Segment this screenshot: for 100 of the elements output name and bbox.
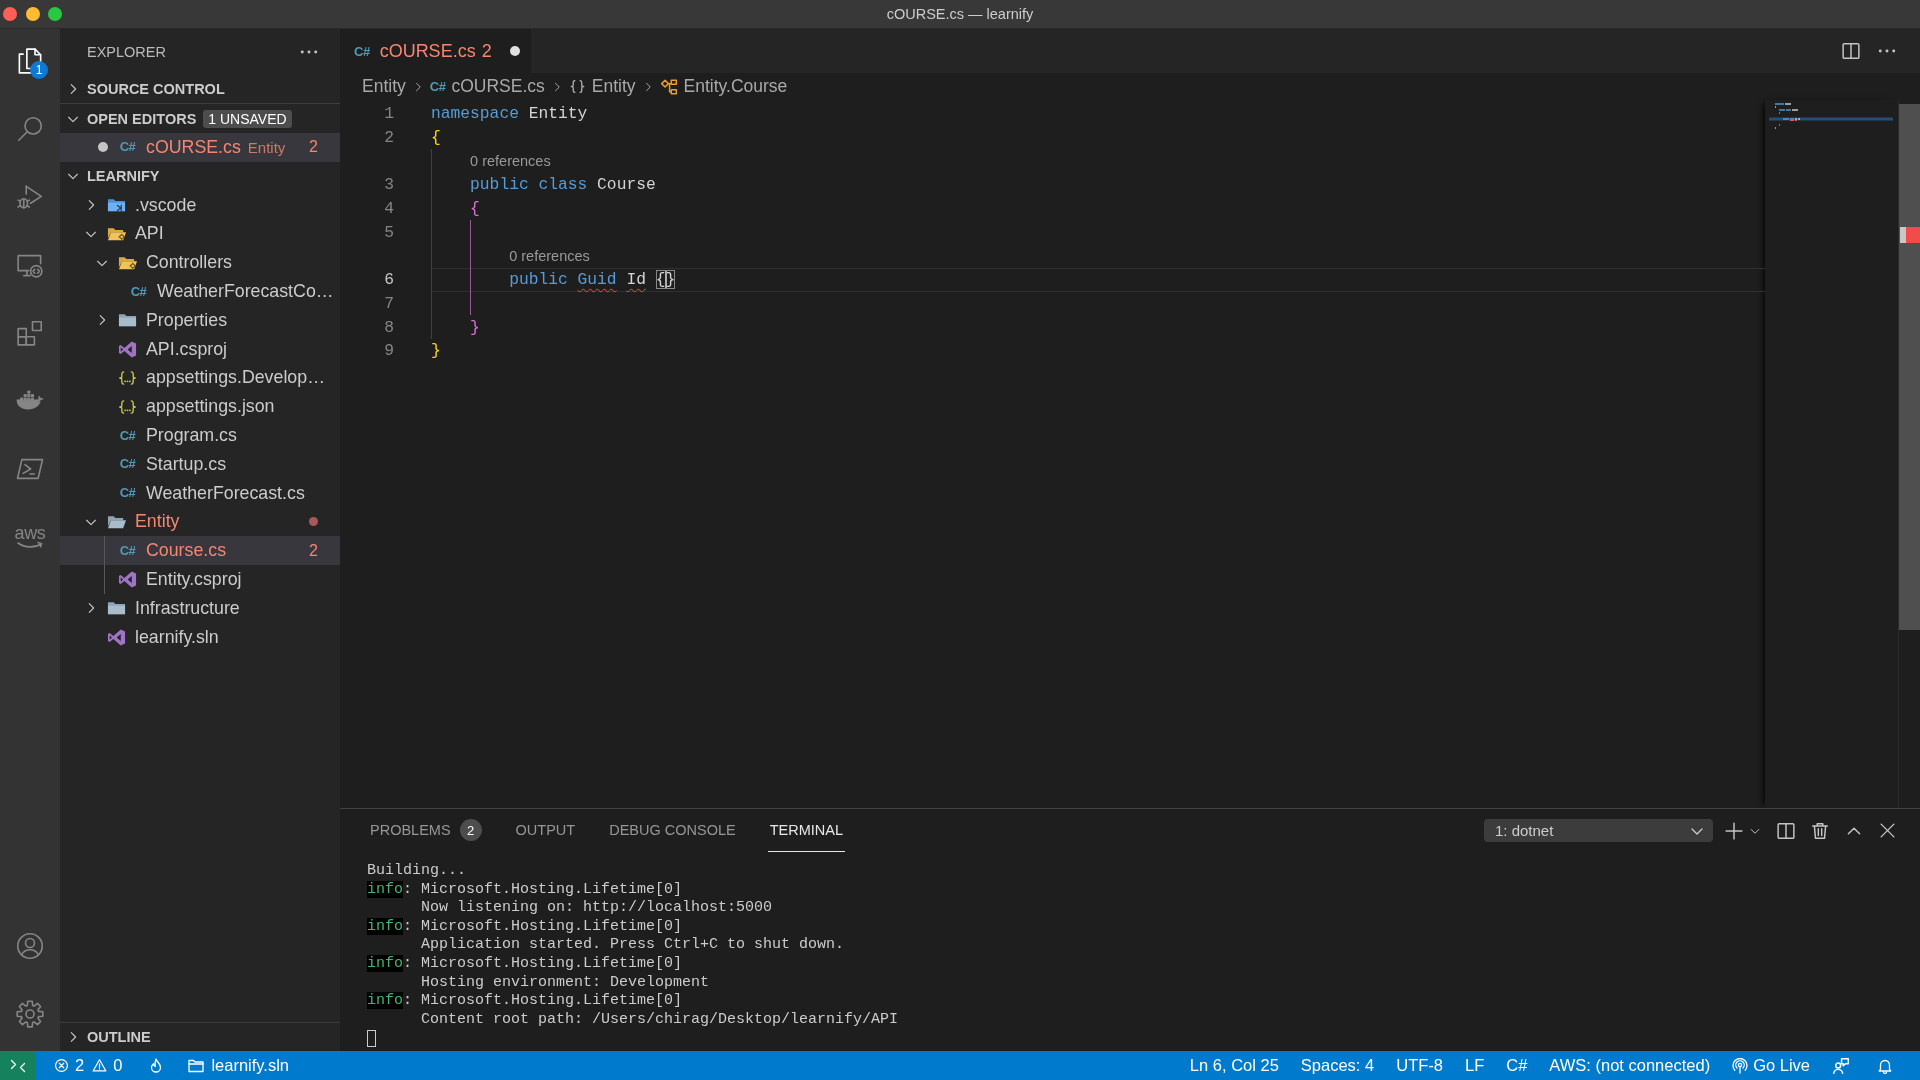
folder-icon bbox=[107, 600, 126, 617]
warning-icon bbox=[92, 1058, 108, 1073]
status-item[interactable]: C# bbox=[1495, 1051, 1539, 1080]
trash-icon[interactable] bbox=[1811, 821, 1829, 840]
panel-tab[interactable]: OUTPUT bbox=[513, 809, 578, 852]
terminal-line: Application started. Press Ctrl+C to shut down. bbox=[420, 936, 846, 955]
extensions-icon[interactable] bbox=[15, 318, 45, 348]
open-editor-item[interactable]: C# cOURSE.cs Entity 2 bbox=[60, 133, 340, 162]
line-number: 6 bbox=[383, 270, 394, 290]
log-message: : Microsoft.Hosting.Lifetime[0] bbox=[403, 917, 683, 935]
line-number: 9 bbox=[383, 341, 394, 361]
codelens-link[interactable]: 0 references bbox=[470, 153, 551, 170]
panel-tab[interactable]: PROBLEMS 2 bbox=[368, 809, 484, 852]
folder-icon bbox=[107, 197, 126, 214]
notification-badge: 1 bbox=[30, 61, 48, 79]
window-title: cOURSE.cs — learnify bbox=[886, 6, 1034, 22]
problem-count: 2 bbox=[309, 541, 318, 560]
brace: } bbox=[431, 341, 441, 361]
log-message: : Microsoft.Hosting.Lifetime[0] bbox=[403, 954, 683, 972]
panel-tab[interactable]: TERMINAL bbox=[767, 809, 846, 852]
braces-file-icon bbox=[118, 369, 137, 386]
code-keyword: class bbox=[538, 175, 588, 195]
window-minimize-icon[interactable] bbox=[25, 7, 40, 21]
minimap-drawing[interactable] bbox=[1769, 102, 1893, 131]
csharp-icon: C# bbox=[119, 543, 136, 558]
line-number: 5 bbox=[383, 222, 394, 242]
breadcrumb-item[interactable]: Entity bbox=[362, 76, 406, 97]
identifier: Entity bbox=[528, 104, 588, 124]
line-number: 2 bbox=[383, 128, 394, 148]
terminal-line: Content root path: /Users/chirag/Desktop/learnify/API bbox=[420, 1010, 900, 1030]
folder-icon bbox=[118, 312, 137, 329]
close-icon[interactable] bbox=[1879, 822, 1896, 839]
codelens-link[interactable]: 0 references bbox=[509, 247, 590, 264]
remote-icon bbox=[10, 1057, 26, 1074]
flame-icon[interactable] bbox=[150, 1057, 163, 1074]
line-number: 8 bbox=[383, 317, 394, 337]
csharp-icon: C# bbox=[119, 486, 136, 501]
settings-icon[interactable] bbox=[15, 999, 45, 1029]
code-keyword: namespace bbox=[431, 104, 519, 124]
error-dot-icon bbox=[309, 517, 318, 527]
folder-icon bbox=[107, 513, 126, 530]
problem-count: 2 bbox=[309, 138, 318, 157]
section-header[interactable]: LEARNIFY bbox=[60, 161, 340, 191]
project-file-icon bbox=[118, 570, 137, 590]
count-badge: 2 bbox=[459, 819, 482, 841]
problem-count: 2 bbox=[481, 40, 492, 62]
account-icon[interactable] bbox=[15, 931, 45, 961]
project-file-icon bbox=[107, 627, 126, 647]
split-editor-icon[interactable] bbox=[1842, 42, 1860, 60]
broadcast-icon bbox=[1732, 1057, 1749, 1074]
code-keyword: public bbox=[509, 270, 568, 290]
csharp-icon: C# bbox=[354, 43, 370, 59]
window-zoom-icon[interactable] bbox=[48, 7, 62, 21]
project-file-icon bbox=[118, 339, 137, 359]
editor-tab[interactable]: C# cOURSE.cs 2 bbox=[340, 29, 531, 73]
error-icon bbox=[54, 1058, 69, 1073]
csharp-icon: C# bbox=[429, 79, 446, 94]
breadcrumb-item[interactable]: Entity.Course bbox=[659, 76, 788, 97]
window-close-icon[interactable] bbox=[3, 7, 17, 21]
project-button[interactable]: learnify.sln bbox=[172, 1051, 300, 1080]
unsaved-badge: 1 UNSAVED bbox=[203, 109, 292, 128]
go-live-button[interactable]: Go Live bbox=[1721, 1051, 1821, 1080]
csharp-icon: C# bbox=[119, 457, 136, 472]
type-name: Guid bbox=[577, 270, 617, 290]
line-number: 4 bbox=[383, 199, 394, 219]
section-header[interactable]: SOURCE CONTROL bbox=[60, 75, 340, 104]
log-level: info bbox=[367, 992, 403, 1010]
status-item[interactable]: Spaces: 4 bbox=[1289, 1051, 1386, 1080]
plus-icon[interactable] bbox=[1725, 821, 1743, 840]
code-keyword: public bbox=[470, 175, 529, 195]
status-item[interactable]: Ln 6, Col 25 bbox=[1178, 1051, 1290, 1080]
folder-icon bbox=[188, 1057, 205, 1074]
file-item[interactable]: C# Course.cs 2 bbox=[60, 536, 340, 566]
log-level: info bbox=[367, 954, 403, 972]
panel-tab[interactable]: DEBUG CONSOLE bbox=[607, 809, 738, 852]
section-header[interactable]: OPEN EDITORS 1 UNSAVED bbox=[60, 104, 340, 133]
folder-icon bbox=[107, 226, 126, 242]
log-level: info bbox=[367, 880, 403, 898]
brace: } bbox=[470, 317, 480, 337]
line-number: 1 bbox=[383, 104, 394, 124]
cursor-position-marker bbox=[1900, 227, 1906, 243]
line-number: 3 bbox=[383, 175, 394, 195]
identifier: Course bbox=[597, 175, 656, 195]
status-item[interactable]: AWS: (not connected) bbox=[1538, 1051, 1722, 1080]
brace: { bbox=[470, 199, 480, 219]
csharp-icon: C# bbox=[119, 428, 136, 443]
problems-button[interactable]: 2 0 bbox=[44, 1051, 133, 1080]
status-item[interactable]: LF bbox=[1453, 1051, 1496, 1080]
line-number: 7 bbox=[383, 293, 394, 313]
terminal-select[interactable]: 1: dotnet bbox=[1484, 819, 1713, 842]
braces-icon bbox=[568, 78, 586, 95]
braces-file-icon bbox=[118, 398, 137, 415]
status-item[interactable]: UTF-8 bbox=[1385, 1051, 1454, 1080]
search-icon[interactable] bbox=[15, 114, 45, 144]
bell-icon[interactable] bbox=[1877, 1057, 1893, 1074]
breadcrumb-item[interactable]: C# cOURSE.cs bbox=[429, 76, 545, 97]
feedback-icon[interactable] bbox=[1832, 1056, 1850, 1075]
breadcrumb-item[interactable]: Entity bbox=[568, 76, 636, 97]
split-panel-icon[interactable] bbox=[1777, 821, 1795, 840]
scrollbar-thumb[interactable] bbox=[1899, 104, 1920, 630]
